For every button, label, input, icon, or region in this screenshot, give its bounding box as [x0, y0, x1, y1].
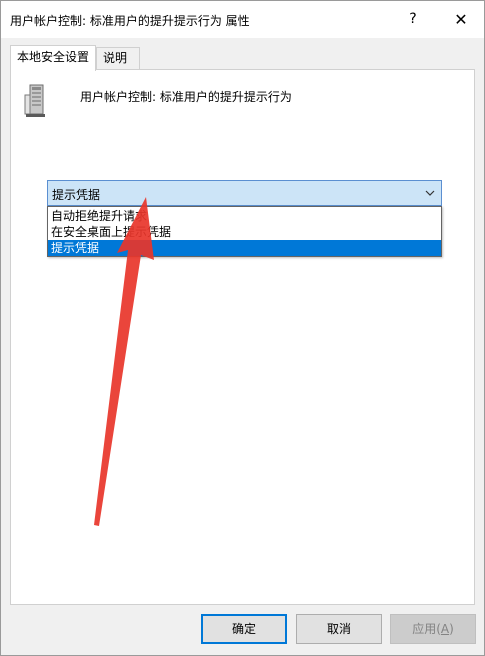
tab-panel: 用户帐户控制: 标准用户的提升提示行为 提示凭据 自动拒绝提升请求 在安全桌面上… — [10, 69, 475, 605]
ok-button[interactable]: 确定 — [201, 614, 287, 644]
behavior-combobox[interactable]: 提示凭据 — [47, 180, 442, 206]
help-button[interactable]: ? — [390, 1, 436, 38]
close-button[interactable]: ✕ — [438, 1, 484, 38]
combobox-selected-value: 提示凭据 — [52, 188, 101, 202]
apply-label-start: 应用( — [412, 622, 441, 636]
dropdown-option-secure-desktop-credentials[interactable]: 在安全桌面上提示凭据 — [48, 224, 441, 240]
chevron-down-icon[interactable] — [425, 188, 435, 198]
cancel-button[interactable]: 取消 — [296, 614, 382, 644]
tab-explain[interactable]: 说明 — [96, 47, 140, 69]
combobox-dropdown-list: 自动拒绝提升请求 在安全桌面上提示凭据 提示凭据 — [47, 206, 442, 257]
dropdown-option-auto-deny[interactable]: 自动拒绝提升请求 — [48, 208, 441, 224]
tab-local-security-setting[interactable]: 本地安全设置 — [10, 45, 96, 71]
apply-button[interactable]: 应用(A) — [390, 614, 476, 644]
properties-dialog: 用户帐户控制: 标准用户的提升提示行为 属性 ? ✕ 本地安全设置 说明 用户帐… — [0, 0, 485, 656]
window-title: 用户帐户控制: 标准用户的提升提示行为 属性 — [10, 14, 250, 28]
apply-label-end: ) — [449, 622, 454, 636]
policy-title: 用户帐户控制: 标准用户的提升提示行为 — [80, 90, 292, 104]
server-policy-icon — [24, 84, 45, 117]
title-bar: 用户帐户控制: 标准用户的提升提示行为 属性 ? ✕ — [1, 1, 484, 38]
apply-accelerator-key: A — [440, 622, 450, 636]
dropdown-option-prompt-credentials[interactable]: 提示凭据 — [48, 240, 441, 256]
